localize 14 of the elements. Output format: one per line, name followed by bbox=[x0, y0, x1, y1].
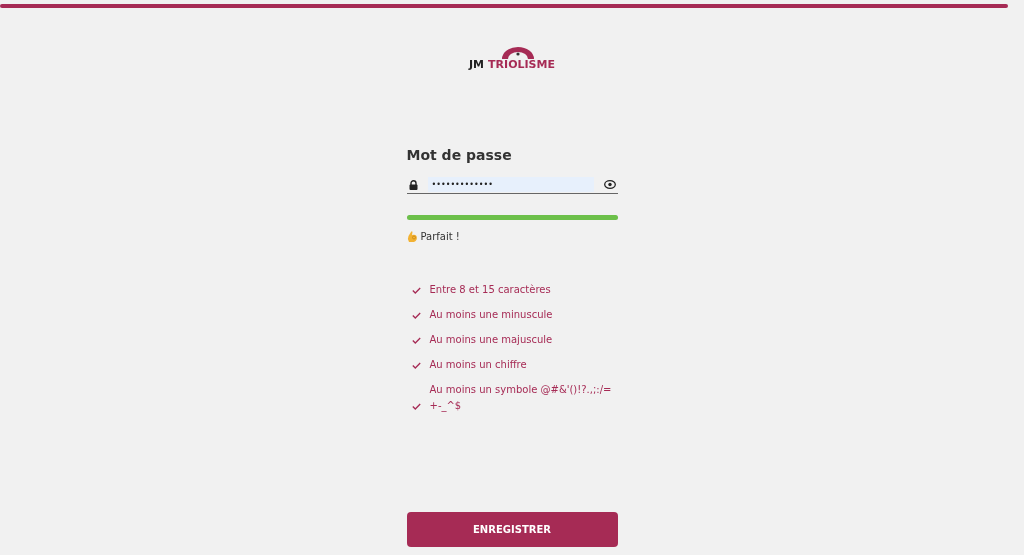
eye-icon[interactable] bbox=[603, 180, 616, 189]
hand-icon bbox=[406, 230, 418, 243]
strength-label: Parfait ! bbox=[420, 231, 460, 242]
requirement-text: Entre 8 et 15 caractères bbox=[429, 283, 552, 297]
field-label: Mot de passe bbox=[406, 147, 513, 163]
logo-text: JM bbox=[469, 59, 485, 71]
requirement-text: Au moins une minuscule bbox=[429, 308, 554, 322]
requirement-text: Au moins une majuscule bbox=[429, 333, 554, 347]
logo-arc-icon bbox=[500, 46, 536, 59]
lock-icon bbox=[408, 179, 418, 190]
requirement-text: Au moins un symbole @#&'()!?.,;:/=+-_^$ bbox=[429, 383, 613, 414]
logo-text: TRIOLISME bbox=[488, 59, 555, 71]
requirement-text: Au moins un chiffre bbox=[429, 358, 528, 372]
save-button[interactable]: ENREGISTRER bbox=[406, 512, 618, 547]
